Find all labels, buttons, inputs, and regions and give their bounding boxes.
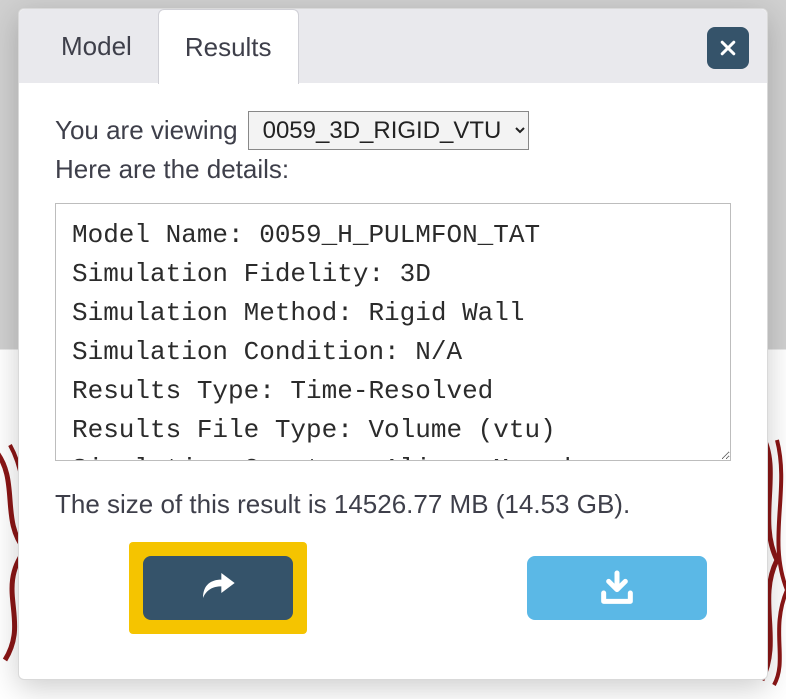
- viewing-prefix: You are viewing: [55, 115, 238, 146]
- detail-line: Results Type: Time-Resolved: [72, 372, 714, 411]
- share-icon: [198, 568, 238, 608]
- download-button[interactable]: [527, 556, 707, 620]
- tab-results[interactable]: Results: [158, 9, 299, 84]
- detail-line: Model Name: 0059_H_PULMFON_TAT: [72, 216, 714, 255]
- download-icon: [597, 568, 637, 608]
- tab-model[interactable]: Model: [35, 9, 158, 83]
- button-row: [55, 542, 731, 634]
- viewing-row: You are viewing 0059_3D_RIGID_VTU: [55, 111, 731, 150]
- close-icon: [718, 38, 738, 58]
- close-button[interactable]: [707, 27, 749, 69]
- detail-line: Simulation Fidelity: 3D: [72, 255, 714, 294]
- details-box[interactable]: Model Name: 0059_H_PULMFON_TAT Simulatio…: [55, 203, 731, 461]
- size-line: The size of this result is 14526.77 MB (…: [55, 489, 731, 520]
- share-highlight-frame: [129, 542, 307, 634]
- detail-line: Simulation Condition: N/A: [72, 333, 714, 372]
- tab-model-label: Model: [61, 31, 132, 62]
- tab-results-label: Results: [185, 32, 272, 63]
- result-select[interactable]: 0059_3D_RIGID_VTU: [248, 111, 529, 150]
- detail-line: Results File Type: Volume (vtu): [72, 411, 714, 450]
- details-label: Here are the details:: [55, 154, 731, 185]
- results-modal: Model Results You are viewing 0059_3D_RI…: [18, 8, 768, 680]
- share-button[interactable]: [143, 556, 293, 620]
- detail-line: Simulation Creator: Alison Marsden: [72, 450, 714, 461]
- tab-bar: Model Results: [19, 9, 767, 83]
- modal-body: You are viewing 0059_3D_RIGID_VTU Here a…: [19, 83, 767, 679]
- detail-line: Simulation Method: Rigid Wall: [72, 294, 714, 333]
